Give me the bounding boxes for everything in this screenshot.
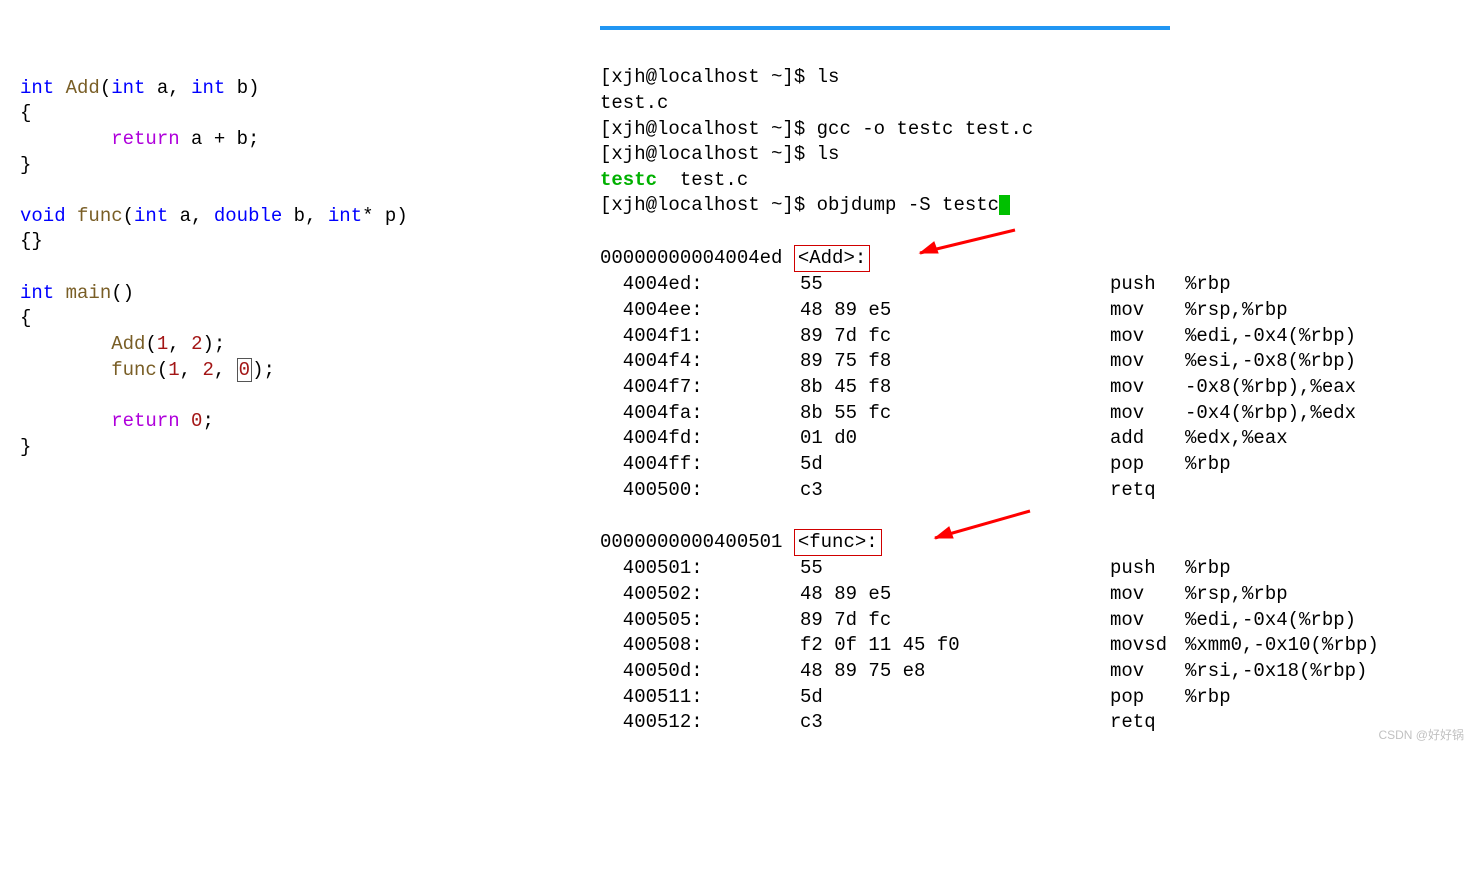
asm-header: 0000000000400501 <func>:	[600, 531, 882, 553]
asm-row: 4004f1:89 7d fcmov%edi,-0x4(%rbp)	[600, 324, 1480, 350]
asm-header: 00000000004004ed <Add>:	[600, 247, 870, 269]
asm-row: 4004ed:55push%rbp	[600, 272, 1480, 298]
asm-row: 4004ee:48 89 e5mov%rsp,%rbp	[600, 298, 1480, 324]
asm-row: 4004fd:01 d0add%edx,%eax	[600, 426, 1480, 452]
asm-row: 400512:c3retq	[600, 710, 1480, 736]
terminal-pane: [xjh@localhost ~]$ ls test.c [xjh@localh…	[580, 0, 1480, 749]
src-line: int Add(int a, int b)	[20, 77, 260, 99]
src-line: {	[20, 307, 31, 329]
src-line: func(1, 2, 0);	[20, 358, 275, 382]
src-line: int main()	[20, 282, 134, 304]
src-line: return a + b;	[20, 128, 259, 150]
asm-row: 400508:f2 0f 11 45 f0movsd%xmm0,-0x10(%r…	[600, 633, 1480, 659]
asm-row: 400500:c3retq	[600, 478, 1480, 504]
func-label-box: <func>:	[794, 529, 882, 557]
asm-row: 400511:5dpop%rbp	[600, 685, 1480, 711]
term-output: test.c	[600, 92, 668, 114]
src-line: return 0;	[20, 410, 214, 432]
asm-row: 4004f4:89 75 f8mov%esi,-0x8(%rbp)	[600, 349, 1480, 375]
term-line: [xjh@localhost ~]$ objdump -S testc	[600, 194, 1010, 216]
add-label-box: <Add>:	[794, 245, 870, 273]
src-line: }	[20, 436, 31, 458]
source-code-pane: int Add(int a, int b) { return a + b; } …	[0, 0, 580, 749]
src-line: {}	[20, 230, 43, 252]
asm-row: 400502:48 89 e5mov%rsp,%rbp	[600, 582, 1480, 608]
asm-row: 4004f7:8b 45 f8mov-0x8(%rbp),%eax	[600, 375, 1480, 401]
term-line: [xjh@localhost ~]$ ls	[600, 66, 839, 88]
watermark: CSDN @好好锅	[1378, 727, 1464, 743]
src-line: }	[20, 154, 31, 176]
asm-row: 40050d:48 89 75 e8mov%rsi,-0x18(%rbp)	[600, 659, 1480, 685]
asm-row: 400501:55push%rbp	[600, 556, 1480, 582]
asm-block-add: 4004ed:55push%rbp 4004ee:48 89 e5mov%rsp…	[600, 272, 1480, 503]
asm-row: 4004ff:5dpop%rbp	[600, 452, 1480, 478]
term-line: [xjh@localhost ~]$ ls	[600, 143, 839, 165]
terminal-top-border	[600, 26, 1170, 30]
asm-row: 400505:89 7d fcmov%edi,-0x4(%rbp)	[600, 608, 1480, 634]
asm-row: 4004fa:8b 55 fcmov-0x4(%rbp),%edx	[600, 401, 1480, 427]
term-output: testc test.c	[600, 169, 748, 191]
terminal-cursor	[999, 195, 1010, 215]
src-line: Add(1, 2);	[20, 333, 225, 355]
src-line: {	[20, 102, 31, 124]
arrow-to-add	[900, 225, 1020, 265]
term-line: [xjh@localhost ~]$ gcc -o testc test.c	[600, 118, 1033, 140]
main-container: int Add(int a, int b) { return a + b; } …	[0, 0, 1480, 749]
asm-block-func: 400501:55push%rbp 400502:48 89 e5mov%rsp…	[600, 556, 1480, 735]
arrow-to-func	[915, 506, 1035, 551]
src-line: void func(int a, double b, int* p)	[20, 205, 408, 227]
